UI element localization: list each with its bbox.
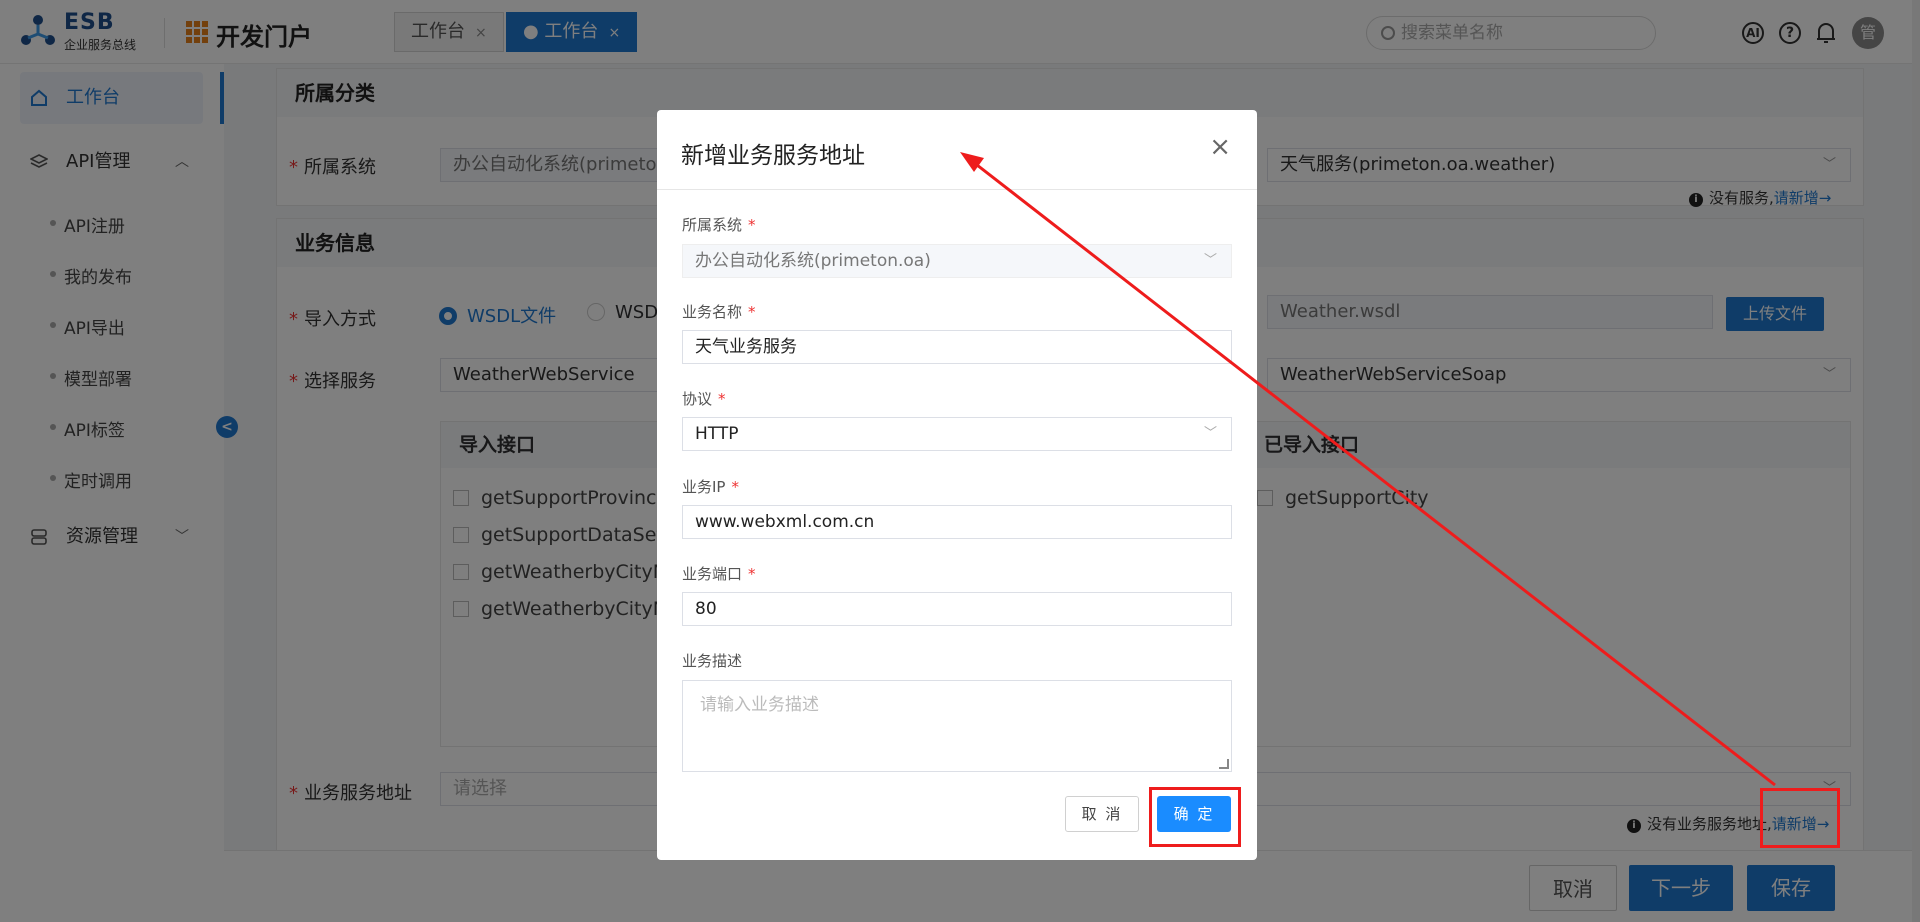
annotation-arrow-icon [960,152,1776,787]
